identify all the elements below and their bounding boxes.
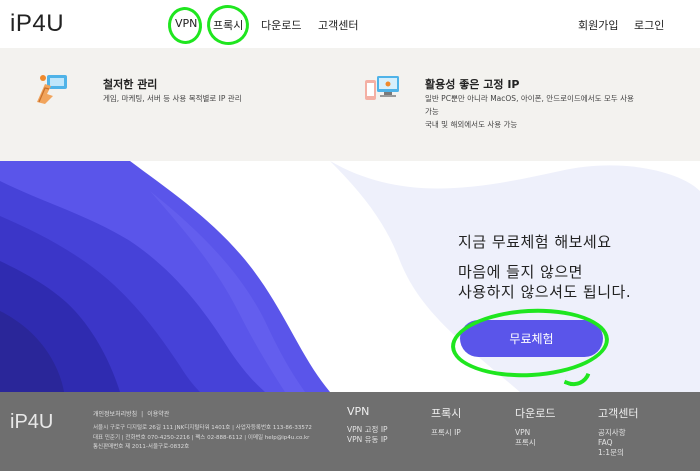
target-hand-icon (37, 75, 67, 104)
feature-description: 게임, 마케팅, 서버 등 사용 목적별로 IP 관리 (103, 94, 242, 103)
top-header: iP4U VPN 프록시 다운로드 고객센터 회원가입 로그인 (0, 0, 700, 48)
nav-vpn[interactable]: VPN (175, 17, 197, 30)
separator: | (141, 411, 144, 418)
feature-band: 철저한 관리 게임, 마케팅, 서버 등 사용 목적별로 IP 관리 활용성 좋… (0, 48, 700, 161)
footer-column-title: VPN (347, 405, 370, 418)
login-link[interactable]: 로그인 (634, 17, 664, 33)
terms-link[interactable]: 이용약관 (147, 411, 169, 418)
footer-link[interactable]: 프록시 IP (431, 428, 461, 438)
footer-column-vpn: VPN VPN 고정 IP VPN 유동 IP (347, 405, 388, 445)
signup-link[interactable]: 회원가입 (578, 17, 618, 33)
feature-description: 일반 PC뿐만 아니라 MacOS, 아이폰, 안드로이드에서도 모두 사용 가… (425, 94, 634, 129)
site-logo[interactable]: iP4U (10, 10, 64, 38)
footer-column-proxy: 프록시 프록시 IP (431, 405, 461, 438)
footer-link[interactable]: VPN 고정 IP (347, 425, 388, 435)
nav-support[interactable]: 고객센터 (318, 17, 358, 33)
footer-column-title: 고객센터 (598, 407, 639, 420)
feature-title: 활용성 좋은 고정 IP (425, 78, 520, 91)
feature-title: 철저한 관리 (103, 78, 158, 91)
footer-policy-links: 개인정보처리방침 | 이용약관 (93, 409, 169, 418)
hero-wave-illustration (0, 161, 700, 392)
footer-column-title: 프록시 (431, 407, 462, 420)
devices-icon (365, 76, 399, 100)
footer-column-title: 다운로드 (515, 407, 556, 420)
footer-link[interactable]: VPN 유동 IP (347, 435, 388, 445)
hero-subtext-line: 마음에 들지 않으면 (458, 263, 583, 281)
footer-link[interactable]: 공지사항 (598, 428, 638, 438)
privacy-policy-link[interactable]: 개인정보처리방침 (93, 411, 137, 418)
footer-logo[interactable]: iP4U (10, 411, 53, 434)
hero-headline: 지금 무료체험 해보세요 (458, 233, 612, 251)
footer-link[interactable]: FAQ (598, 438, 638, 448)
footer-column-download: 다운로드 VPN 프록시 (515, 405, 555, 448)
footer-column-support: 고객센터 공지사항 FAQ 1:1문의 (598, 405, 638, 458)
site-footer: iP4U 개인정보처리방침 | 이용약관 서울시 구로구 디지털로 26길 111 … (0, 392, 700, 471)
hero-subtext-line: 사용하지 않으셔도 됩니다. (458, 283, 632, 301)
nav-download[interactable]: 다운로드 (261, 17, 301, 33)
hero-section: 지금 무료체험 해보세요 마음에 들지 않으면 사용하지 않으셔도 됩니다. 무… (0, 161, 700, 392)
company-info: 서울시 구로구 디지털로 26길 111 JNK디지털타워 1401호 | 사업… (93, 425, 312, 450)
footer-link[interactable]: 프록시 (515, 438, 555, 448)
footer-link[interactable]: VPN (515, 428, 555, 438)
nav-proxy[interactable]: 프록시 (213, 17, 243, 33)
free-trial-button[interactable]: 무료체험 (460, 320, 603, 357)
footer-link[interactable]: 1:1문의 (598, 448, 638, 458)
